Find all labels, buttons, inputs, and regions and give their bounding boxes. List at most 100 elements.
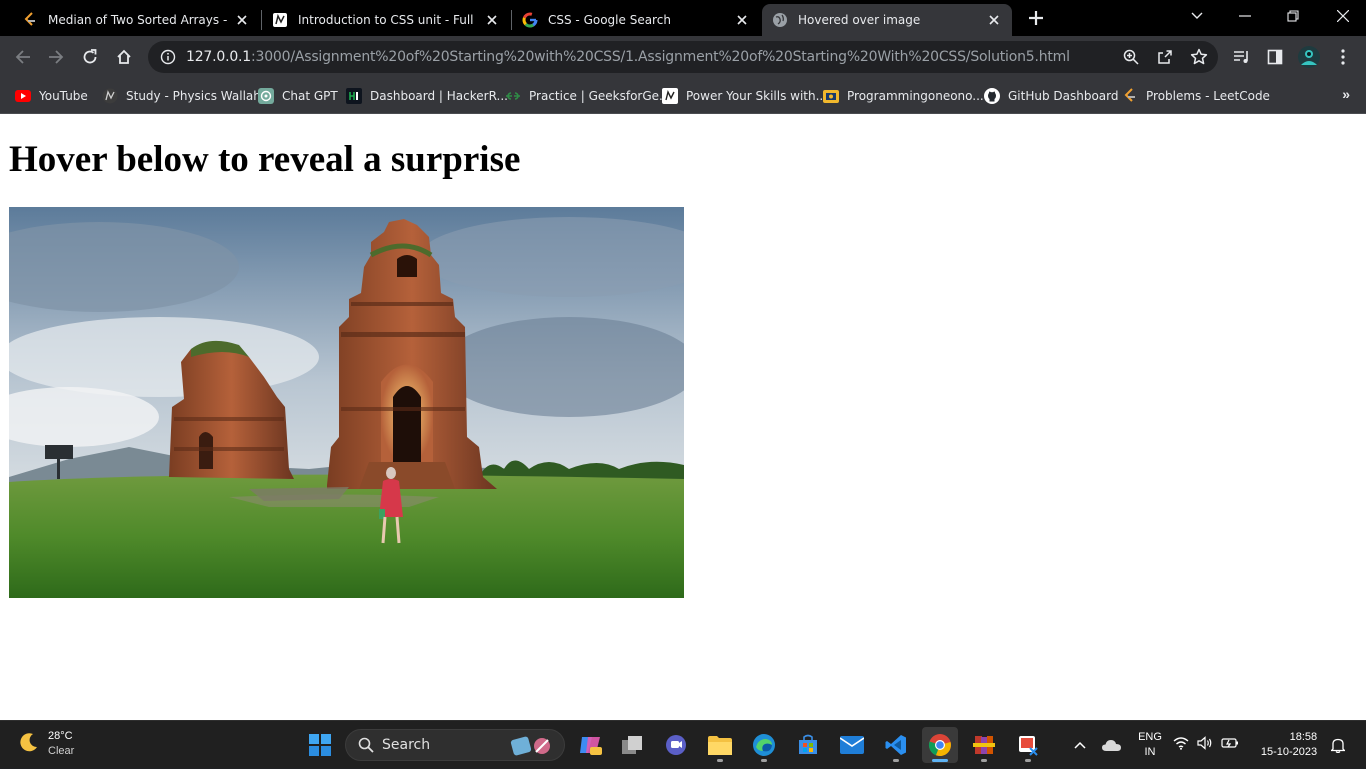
close-icon[interactable]	[484, 12, 500, 28]
pw-icon	[272, 12, 288, 28]
bookmark-physics-wallah[interactable]: Study - Physics Wallah	[102, 86, 261, 106]
bookmark-label: Power Your Skills with...	[686, 89, 828, 103]
new-tab-button[interactable]	[1024, 6, 1048, 30]
weather-widget[interactable]: 28°C Clear	[18, 729, 74, 759]
temple-photo-illustration	[9, 207, 684, 598]
leetcode-icon	[1122, 88, 1138, 104]
folder-icon	[708, 736, 732, 755]
tab-strip: Median of Two Sorted Arrays - LeetCode I…	[0, 0, 1366, 36]
chatgpt-icon	[258, 88, 274, 104]
close-icon[interactable]	[734, 12, 750, 28]
teams-chat-app[interactable]	[658, 727, 694, 763]
bookmark-label: YouTube	[39, 89, 88, 103]
close-icon[interactable]	[234, 12, 250, 28]
hackerrank-icon	[346, 88, 362, 104]
bookmark-chat-gpt[interactable]: Chat GPT	[258, 86, 338, 106]
bookmark-label: Chat GPT	[282, 89, 338, 103]
search-icon	[358, 737, 374, 753]
temple-photo[interactable]	[9, 207, 684, 598]
close-window-button[interactable]	[1320, 0, 1366, 32]
clock-date: 15-10-2023	[1260, 746, 1318, 758]
tab-title: Introduction to CSS unit - Full Stack	[298, 13, 478, 27]
share-icon[interactable]	[1156, 48, 1174, 66]
bookmark-label: Programmingoneono...	[847, 89, 984, 103]
gfg-icon	[505, 88, 521, 104]
site-info-icon[interactable]	[160, 49, 176, 65]
chrome-icon	[928, 734, 951, 757]
page-heading: Hover below to reveal a surprise	[9, 139, 521, 180]
store-icon	[799, 734, 817, 754]
copilot-icon	[580, 737, 602, 755]
profile-avatar[interactable]	[1295, 43, 1323, 71]
url-path: :3000/Assignment%20of%20Starting%20with%…	[251, 49, 1070, 65]
microsoft-store-app[interactable]	[790, 727, 826, 763]
bookmark-youtube[interactable]: YouTube	[15, 86, 88, 106]
url-text: 127.0.0.1:3000/Assignment%20of%20Startin…	[186, 49, 1070, 65]
bookmark-star-icon[interactable]	[1190, 48, 1208, 66]
notification-bell-icon[interactable]	[1328, 721, 1348, 769]
bookmark-geeksforgeeks[interactable]: Practice | GeeksforGe...	[505, 86, 671, 106]
start-button[interactable]	[302, 727, 338, 763]
clock[interactable]: 18:58 15-10-2023	[1252, 721, 1326, 769]
forward-button[interactable]	[42, 43, 70, 71]
globe-icon	[772, 12, 788, 28]
side-panel-icon[interactable]	[1261, 43, 1289, 71]
minimize-button[interactable]	[1222, 0, 1268, 32]
restore-button[interactable]	[1270, 0, 1316, 32]
browser-toolbar: 127.0.0.1:3000/Assignment%20of%20Startin…	[0, 36, 1366, 78]
close-icon[interactable]	[986, 12, 1002, 28]
task-view-app[interactable]	[614, 727, 650, 763]
tab-css-unit[interactable]: Introduction to CSS unit - Full Stack	[262, 4, 510, 36]
media-control-icon[interactable]	[1228, 43, 1256, 71]
tab-hovered-over-image[interactable]: Hovered over image	[762, 4, 1012, 36]
task-view-icon	[622, 736, 642, 754]
address-bar[interactable]: 127.0.0.1:3000/Assignment%20of%20Startin…	[148, 41, 1218, 73]
onedrive-icon[interactable]	[1100, 721, 1124, 769]
winrar-app[interactable]	[966, 727, 1002, 763]
google-icon	[522, 12, 538, 28]
weather-temperature: 28°C	[48, 730, 73, 742]
bookmark-programmingoneono[interactable]: Programmingoneono...	[823, 86, 984, 106]
quick-settings[interactable]	[1173, 721, 1239, 769]
url-host: 127.0.0.1	[186, 49, 251, 65]
bookmarks-overflow-chevron-icon[interactable]: »	[1342, 86, 1350, 102]
zoom-icon[interactable]	[1122, 48, 1140, 66]
bookmark-label: Problems - LeetCode	[1146, 89, 1270, 103]
reload-button[interactable]	[76, 43, 104, 71]
bookmark-power-your-skills[interactable]: Power Your Skills with...	[662, 86, 827, 106]
bookmark-github-dashboard[interactable]: GitHub Dashboard	[984, 86, 1119, 106]
vscode-icon	[885, 735, 906, 755]
bookmark-hackerrank[interactable]: Dashboard | HackerR...	[346, 86, 508, 106]
tab-search-button[interactable]	[1174, 0, 1220, 32]
tab-median-sorted-arrays[interactable]: Median of Two Sorted Arrays - LeetCode	[12, 4, 260, 36]
show-hidden-icons-chevron-icon[interactable]	[1070, 721, 1090, 769]
github-icon	[984, 88, 1000, 104]
mail-app[interactable]	[834, 727, 870, 763]
page-content: Hover below to reveal a surprise	[0, 114, 1366, 720]
edge-app[interactable]	[746, 727, 782, 763]
chrome-app[interactable]	[922, 727, 958, 763]
bookmarks-bar: YouTube Study - Physics Wallah Chat GPT …	[0, 78, 1366, 114]
battery-icon	[1221, 736, 1239, 754]
file-explorer-app[interactable]	[702, 727, 738, 763]
menu-icon[interactable]	[1329, 43, 1357, 71]
clock-time: 18:58	[1289, 731, 1318, 743]
copilot-app[interactable]	[572, 727, 608, 763]
youtube-icon	[15, 88, 31, 104]
home-button[interactable]	[110, 43, 138, 71]
bookmark-label: GitHub Dashboard	[1008, 89, 1119, 103]
archive-icon	[973, 736, 995, 754]
mail-icon	[840, 736, 864, 754]
search-label: Search	[382, 737, 431, 753]
moon-icon	[18, 731, 40, 758]
vscode-app[interactable]	[878, 727, 914, 763]
snipping-tool-app[interactable]	[1010, 727, 1046, 763]
language-indicator[interactable]: ENG IN	[1134, 721, 1166, 769]
pw-icon	[102, 88, 118, 104]
windows-logo-icon	[309, 734, 331, 756]
back-button[interactable]	[9, 43, 37, 71]
volume-icon	[1197, 735, 1213, 755]
bookmark-leetcode-problems[interactable]: Problems - LeetCode	[1122, 86, 1270, 106]
taskbar-search[interactable]: Search	[345, 729, 565, 761]
tab-css-google-search[interactable]: CSS - Google Search	[512, 4, 760, 36]
